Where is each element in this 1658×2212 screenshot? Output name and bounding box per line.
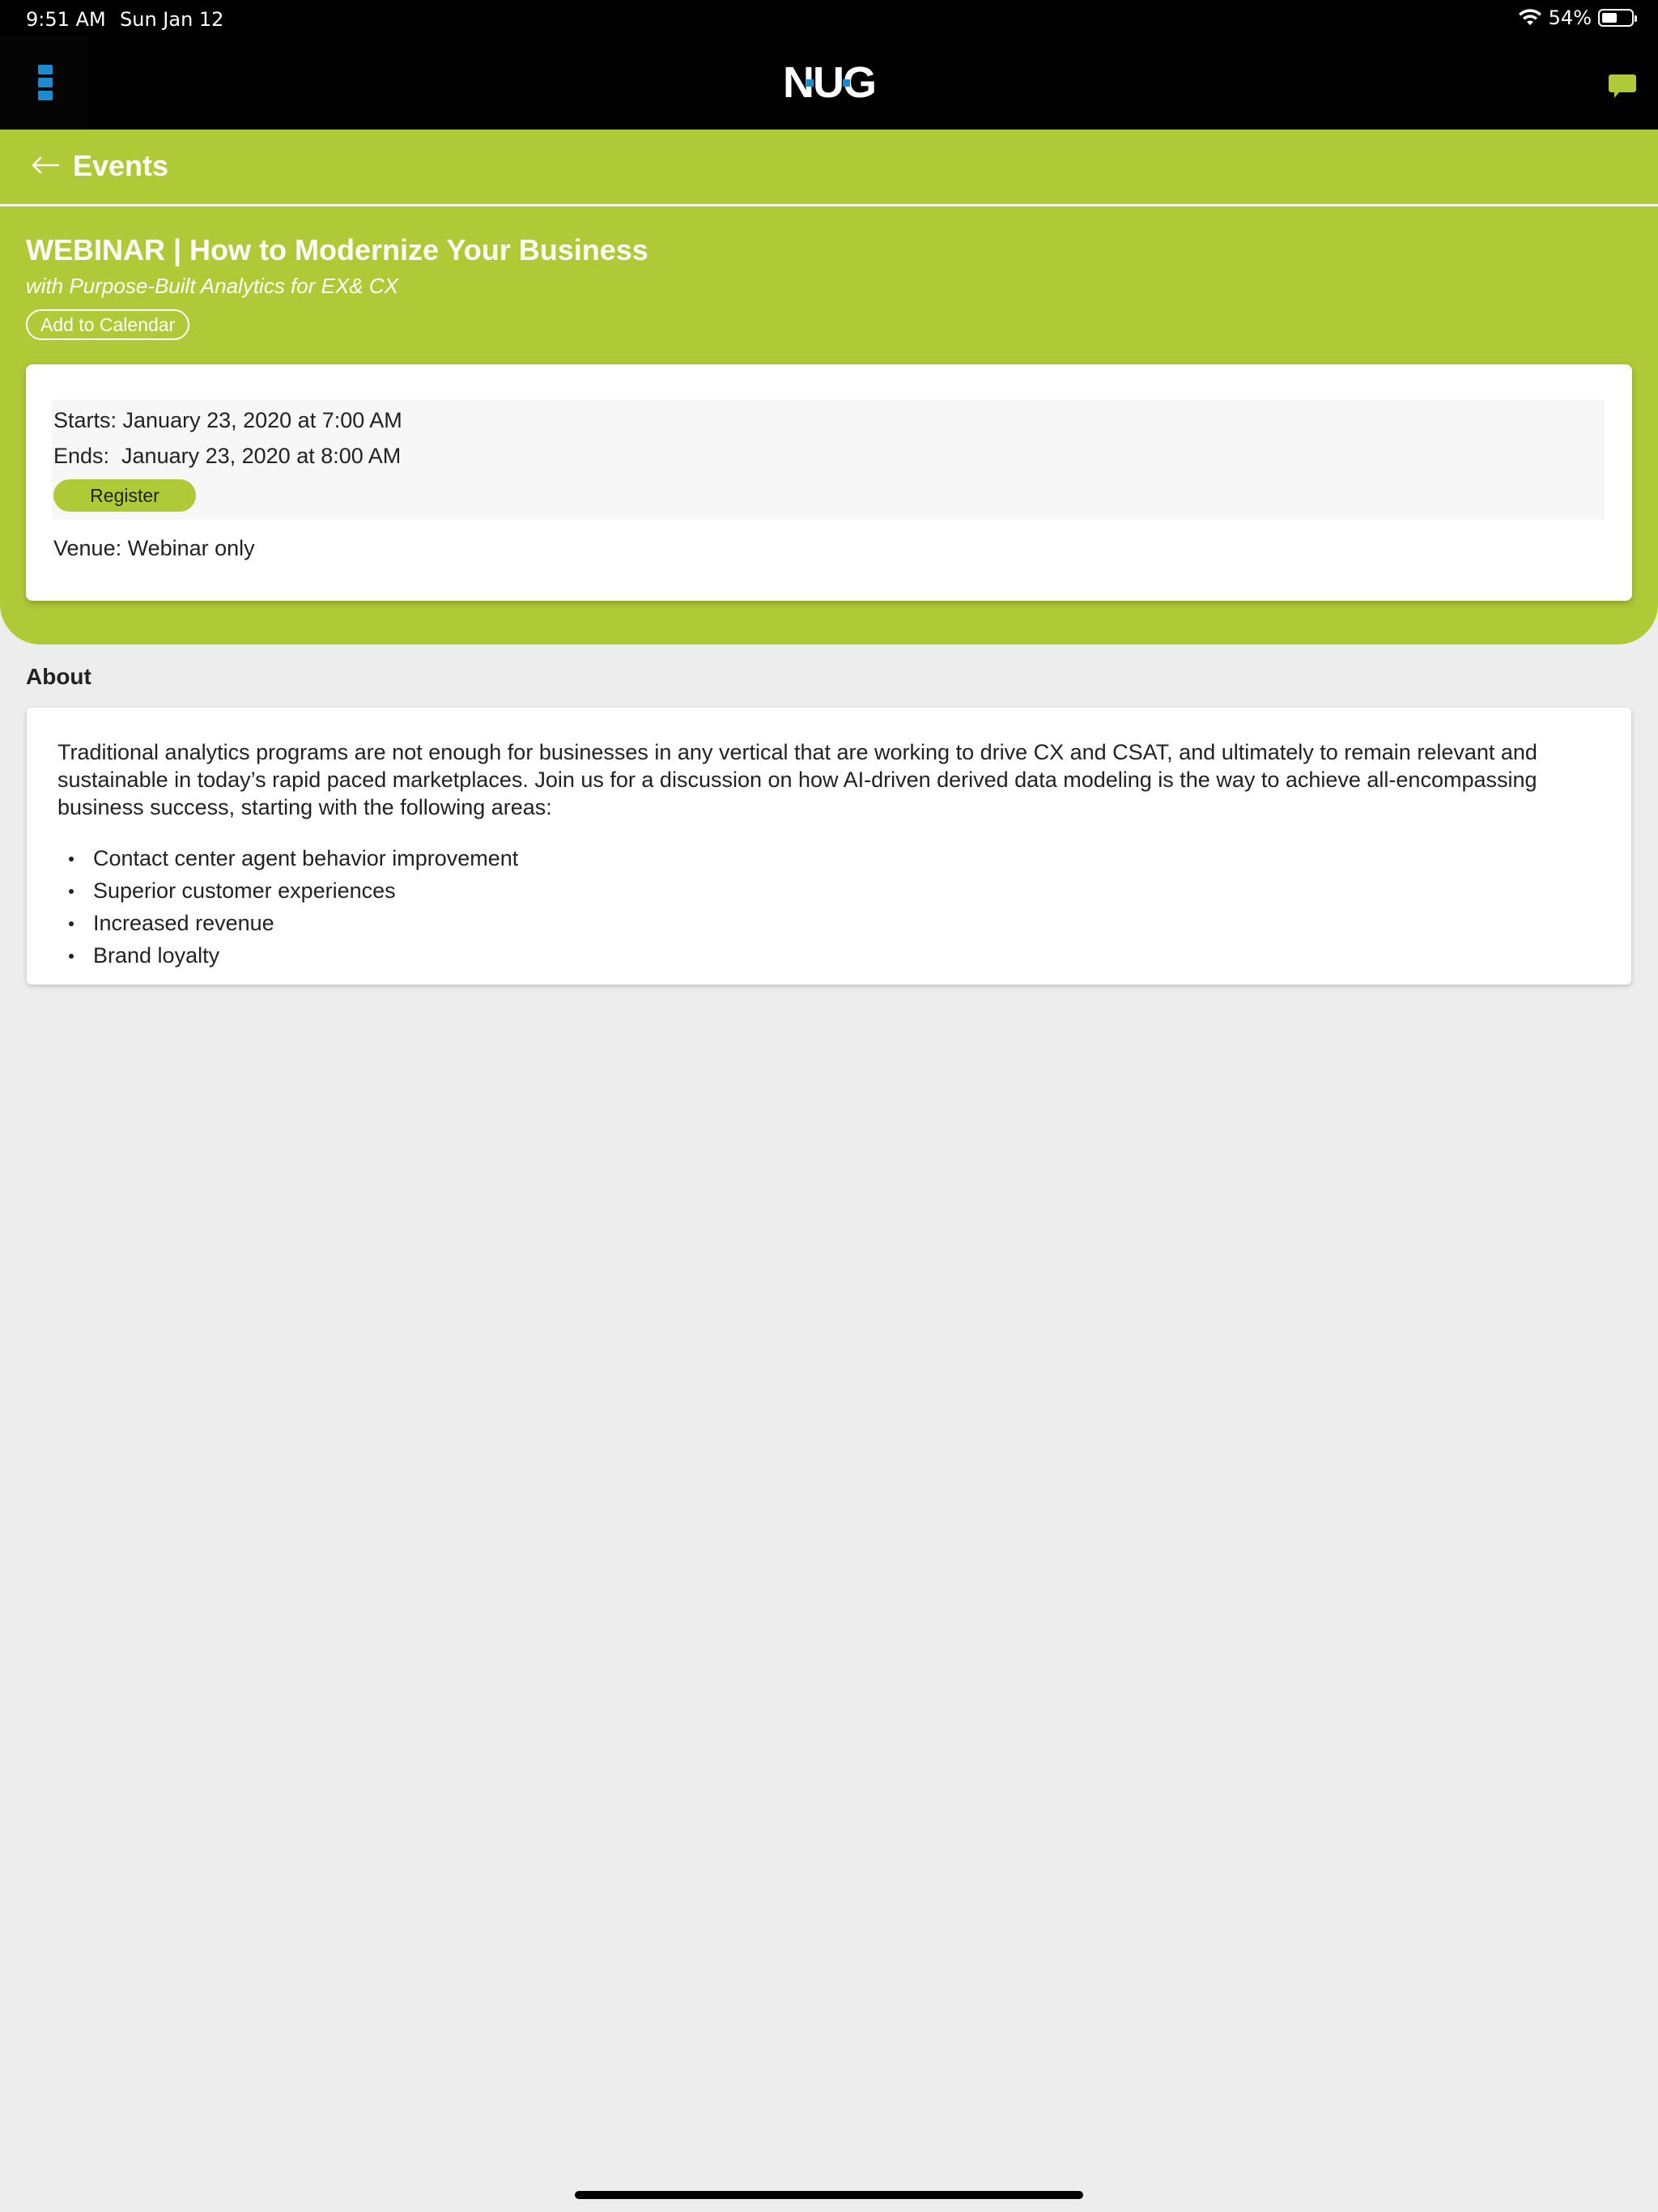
battery-percent: 54% bbox=[1548, 6, 1592, 29]
battery-fill bbox=[1602, 13, 1617, 23]
event-hero: Events WEBINAR | How to Modernize Your B… bbox=[0, 130, 1658, 644]
event-start: Starts: January 23, 2020 at 7:00 AM bbox=[53, 408, 402, 432]
nav-title[interactable]: Events bbox=[73, 149, 168, 183]
about-list-item: Superior customer experiences bbox=[57, 874, 518, 907]
event-venue: Venue: Webinar only bbox=[53, 536, 255, 560]
app-header: NUG bbox=[0, 37, 1658, 130]
status-right: 54% bbox=[1518, 6, 1637, 29]
event-info-card: Starts: January 23, 2020 at 7:00 AM Ends… bbox=[26, 364, 1632, 601]
register-button[interactable]: Register bbox=[53, 479, 196, 512]
home-indicator[interactable] bbox=[575, 2191, 1083, 2199]
status-time: 9:51 AM bbox=[26, 8, 106, 31]
arrow-left-icon[interactable] bbox=[29, 154, 62, 177]
about-heading: About bbox=[26, 664, 91, 689]
status-date: Sun Jan 12 bbox=[120, 8, 224, 31]
battery-cap bbox=[1635, 15, 1637, 22]
nug-logo: NUG bbox=[783, 58, 877, 107]
about-card: Traditional analytics programs are not e… bbox=[27, 708, 1631, 985]
about-list-item: Brand loyalty bbox=[57, 939, 518, 972]
logo-text: NUG bbox=[783, 58, 875, 107]
about-list-item: Contact center agent behavior improvemen… bbox=[57, 842, 518, 874]
battery-icon bbox=[1598, 9, 1637, 27]
about-body: Traditional analytics programs are not e… bbox=[57, 740, 1537, 819]
event-dates-panel: Starts: January 23, 2020 at 7:00 AM Ends… bbox=[52, 400, 1605, 520]
event-title: WEBINAR | How to Modernize Your Business bbox=[26, 233, 648, 266]
status-bar: 9:51 AM Sun Jan 12 54% bbox=[0, 0, 1658, 37]
add-to-calendar-button[interactable]: Add to Calendar bbox=[26, 309, 190, 340]
menu-button[interactable] bbox=[0, 37, 89, 130]
about-list: Contact center agent behavior improvemen… bbox=[57, 842, 518, 972]
event-subtitle: with Purpose-Built Analytics for EX& CX bbox=[26, 274, 398, 298]
menu-icon bbox=[38, 65, 53, 104]
chat-icon[interactable] bbox=[1608, 70, 1637, 102]
about-list-item: Increased revenue bbox=[57, 907, 518, 939]
events-nav-bar: Events bbox=[0, 130, 1658, 206]
wifi-icon bbox=[1518, 9, 1541, 25]
event-end: Ends: January 23, 2020 at 8:00 AM bbox=[53, 444, 402, 468]
